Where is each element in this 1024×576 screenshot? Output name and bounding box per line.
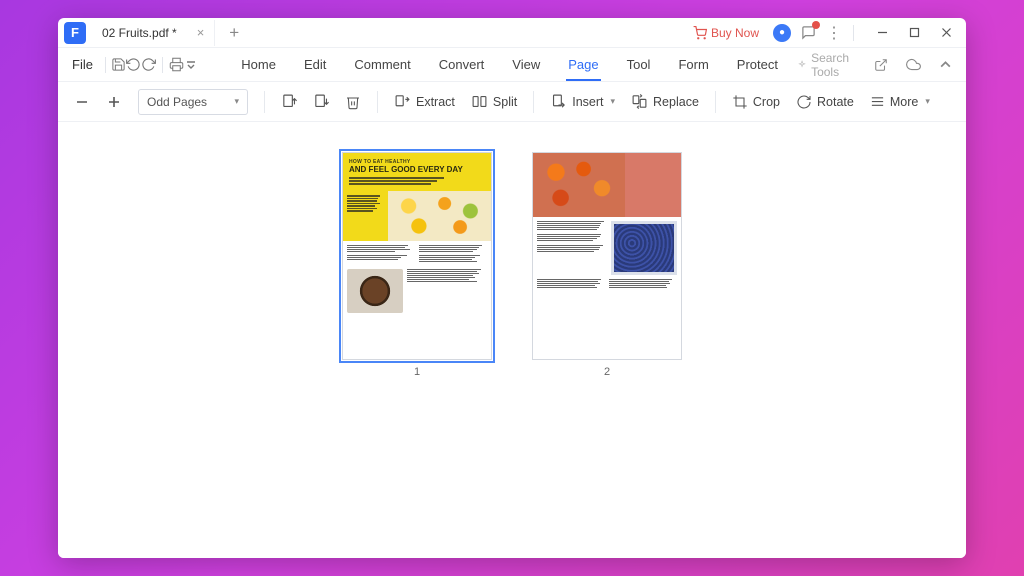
close-button[interactable] [932, 21, 960, 45]
page-thumb-wrapper: 2 [532, 152, 682, 378]
rotate-icon [796, 94, 812, 110]
more-button[interactable]: More ▾ [864, 88, 936, 116]
insert-page-after-icon[interactable] [307, 88, 335, 116]
app-logo: F [64, 22, 86, 44]
search-tools[interactable]: Search Tools [792, 51, 860, 79]
insert-icon [550, 93, 567, 110]
page-selection-dropdown[interactable]: Odd Pages ▾ [138, 89, 248, 115]
sparkle-icon [798, 58, 806, 71]
file-menu[interactable]: File [66, 57, 99, 72]
crop-icon [732, 94, 748, 110]
redo-icon[interactable] [141, 52, 156, 78]
print-icon[interactable] [169, 52, 184, 78]
extract-label: Extract [416, 95, 455, 109]
title-bar: F 02 Fruits.pdf * × + Buy Now ● ⋮ [58, 18, 966, 48]
chevron-down-icon: ▾ [925, 96, 930, 107]
page-number-1: 1 [414, 366, 420, 378]
split-button[interactable]: Split [465, 88, 523, 116]
buy-now-label: Buy Now [711, 26, 759, 40]
maximize-button[interactable] [900, 21, 928, 45]
tab-convert[interactable]: Convert [425, 48, 499, 81]
chevron-down-icon: ▾ [611, 96, 616, 107]
page1-title: AND FEEL GOOD EVERY DAY [349, 166, 485, 174]
page-thumbnails-area: HOW TO EAT HEALTHY AND FEEL GOOD EVERY D… [58, 122, 966, 558]
insert-button[interactable]: Insert ▾ [544, 88, 621, 116]
page-thumbnail-1[interactable]: HOW TO EAT HEALTHY AND FEEL GOOD EVERY D… [342, 152, 492, 360]
split-label: Split [493, 95, 517, 109]
search-tools-label: Search Tools [811, 51, 854, 79]
minimize-button[interactable] [868, 21, 896, 45]
chevron-down-icon: ▾ [234, 96, 239, 107]
crop-label: Crop [753, 95, 780, 109]
quickaccess-dropdown-icon[interactable] [184, 52, 197, 78]
collapse-ribbon-icon[interactable] [932, 52, 958, 78]
extract-icon [394, 93, 411, 110]
undo-icon[interactable] [126, 52, 141, 78]
new-tab-button[interactable]: + [221, 23, 247, 43]
document-name: 02 Fruits.pdf * [102, 26, 177, 40]
cloud-icon[interactable] [900, 52, 926, 78]
page-toolbar: Odd Pages ▾ Extract Split Insert ▾ Repla… [58, 82, 966, 122]
menu-bar: File Home Edit Comment Convert View Page… [58, 48, 966, 82]
more-icon [870, 94, 885, 109]
notification-icon[interactable] [797, 22, 819, 44]
page-selection-label: Odd Pages [147, 95, 207, 109]
buy-now-button[interactable]: Buy Now [693, 26, 759, 40]
page-thumb-wrapper: HOW TO EAT HEALTHY AND FEEL GOOD EVERY D… [342, 152, 492, 378]
rotate-label: Rotate [817, 95, 854, 109]
zoom-in-button[interactable] [100, 88, 128, 116]
extract-button[interactable]: Extract [388, 88, 461, 116]
page-number-2: 2 [604, 366, 610, 378]
tab-form[interactable]: Form [664, 48, 722, 81]
more-label: More [890, 95, 918, 109]
save-icon[interactable] [111, 52, 126, 78]
page-thumbnail-2[interactable] [532, 152, 682, 360]
tab-tool[interactable]: Tool [613, 48, 665, 81]
share-icon[interactable] [868, 52, 894, 78]
tab-home[interactable]: Home [227, 48, 290, 81]
insert-page-before-icon[interactable] [275, 88, 303, 116]
tab-edit[interactable]: Edit [290, 48, 340, 81]
tab-close-icon[interactable]: × [197, 25, 205, 40]
zoom-out-button[interactable] [68, 88, 96, 116]
tab-protect[interactable]: Protect [723, 48, 792, 81]
crop-button[interactable]: Crop [726, 88, 786, 116]
tab-view[interactable]: View [498, 48, 554, 81]
insert-label: Insert [572, 95, 603, 109]
user-avatar[interactable]: ● [771, 22, 793, 44]
delete-page-icon[interactable] [339, 88, 367, 116]
document-tab[interactable]: 02 Fruits.pdf * × [92, 20, 215, 46]
replace-label: Replace [653, 95, 699, 109]
tab-comment[interactable]: Comment [340, 48, 424, 81]
rotate-button[interactable]: Rotate [790, 88, 860, 116]
replace-button[interactable]: Replace [625, 88, 705, 116]
cart-icon [693, 26, 707, 40]
menu-tabs: Home Edit Comment Convert View Page Tool… [227, 48, 792, 81]
more-menu-icon[interactable]: ⋮ [823, 22, 845, 44]
replace-icon [631, 93, 648, 110]
tab-page[interactable]: Page [554, 48, 612, 81]
split-icon [471, 93, 488, 110]
app-window: F 02 Fruits.pdf * × + Buy Now ● ⋮ File [58, 18, 966, 558]
